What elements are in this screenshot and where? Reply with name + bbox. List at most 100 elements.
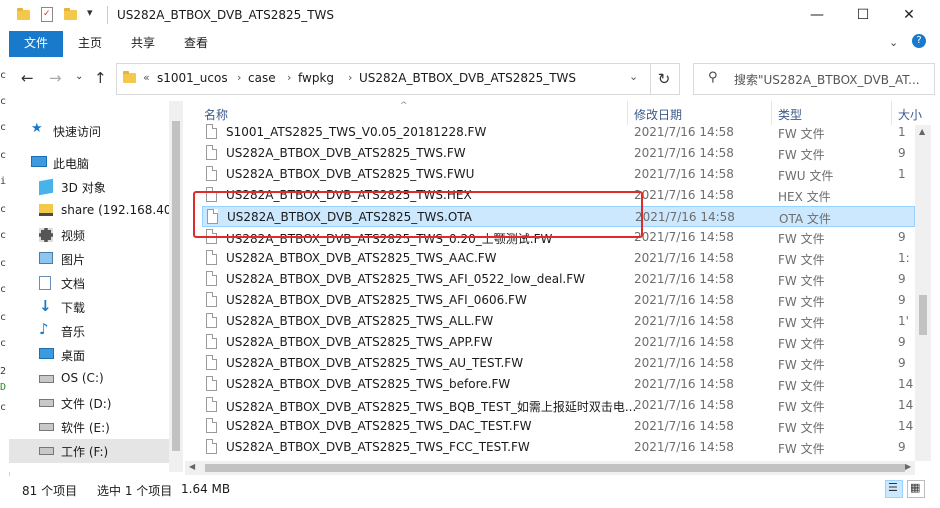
- search-input[interactable]: 搜索"US282A_BTBOX_DVB_AT...: [734, 71, 920, 88]
- new-folder-icon[interactable]: [64, 8, 78, 22]
- sidebar-item-quick-access[interactable]: ★ 快速访问: [9, 119, 169, 143]
- table-row[interactable]: US282A_BTBOX_DVB_ATS2825_TWS_before.FW 20…: [202, 374, 915, 395]
- ribbon-tabs: 文件 主页 共享 查看 ⌄ ?: [9, 31, 940, 58]
- sidebar-item-drive-d[interactable]: 文件 (D:): [9, 391, 169, 415]
- forward-icon[interactable]: →: [49, 69, 62, 87]
- horizontal-scroll-thumb[interactable]: [205, 464, 905, 472]
- file-name: US282A_BTBOX_DVB_ATS2825_TWS_AFI_0522_lo…: [226, 272, 585, 286]
- file-type: FW 文件: [778, 421, 825, 435]
- refresh-button[interactable]: ↻: [649, 63, 680, 95]
- sidebar-item-label: 文档: [61, 277, 86, 291]
- sidebar-scrollbar[interactable]: [169, 101, 183, 472]
- help-icon[interactable]: ?: [912, 34, 926, 48]
- desktop-icon: [39, 348, 54, 359]
- file-name: US282A_BTBOX_DVB_ATS2825_TWS_ALL.FW: [226, 314, 494, 328]
- file-type: FW 文件: [778, 442, 825, 456]
- back-icon[interactable]: ←: [21, 69, 34, 87]
- star-icon: ★: [31, 121, 43, 136]
- column-type[interactable]: 类型: [778, 106, 802, 123]
- crumb-fwpkg[interactable]: fwpkg: [298, 71, 334, 85]
- file-type: FW 文件: [778, 232, 825, 246]
- table-row[interactable]: US282A_BTBOX_DVB_ATS2825_TWS.FW 2021/7/16…: [202, 143, 915, 164]
- scroll-right-icon[interactable]: ▶: [905, 462, 911, 471]
- sidebar-item-3d-objects[interactable]: 3D 对象: [9, 175, 169, 199]
- maximize-button[interactable]: ☐: [840, 0, 886, 31]
- up-icon[interactable]: ↑: [94, 69, 107, 87]
- file-icon: [206, 418, 217, 433]
- table-row[interactable]: US282A_BTBOX_DVB_ATS2825_TWS_AU_TEST.FW 2…: [202, 353, 915, 374]
- file-name: US282A_BTBOX_DVB_ATS2825_TWS_before.FW: [226, 377, 511, 391]
- file-date: 2021/7/16 14:58: [634, 146, 734, 160]
- table-row[interactable]: US282A_BTBOX_DVB_ATS2825_TWS_DAC_TEST.FW…: [202, 416, 915, 437]
- file-size: 9: [898, 293, 906, 307]
- quick-access-dropdown-icon[interactable]: ▾: [87, 6, 101, 20]
- table-row[interactable]: US282A_BTBOX_DVB_ATS2825_TWS_BQB_TEST_如需…: [202, 395, 915, 416]
- vertical-scroll-thumb[interactable]: [919, 295, 927, 335]
- details-view-button[interactable]: ☰: [885, 480, 903, 498]
- close-button[interactable]: ✕: [886, 0, 932, 31]
- file-size: 9: [898, 335, 906, 349]
- sidebar-scroll-thumb[interactable]: [172, 121, 180, 451]
- file-type: FW 文件: [778, 316, 825, 330]
- drive-icon: [39, 423, 54, 431]
- column-name[interactable]: 名称: [204, 106, 228, 123]
- crumb-separator: ›: [287, 71, 292, 84]
- tab-share[interactable]: 共享: [122, 31, 164, 57]
- sidebar-item-drive-e[interactable]: 软件 (E:): [9, 415, 169, 439]
- address-overflow[interactable]: «: [143, 71, 150, 84]
- tab-home[interactable]: 主页: [69, 31, 111, 57]
- crumb-current-folder[interactable]: US282A_BTBOX_DVB_ATS2825_TWS: [359, 71, 576, 85]
- crumb-s1001-ucos[interactable]: s1001_ucos: [157, 71, 228, 85]
- horizontal-scrollbar[interactable]: ◀ ▶: [185, 461, 915, 475]
- column-size[interactable]: 大小: [898, 106, 922, 123]
- file-name: US282A_BTBOX_DVB_ATS2825_TWS_DAC_TEST.FW: [226, 419, 532, 433]
- table-row[interactable]: US282A_BTBOX_DVB_ATS2825_TWS_APP.FW 2021/…: [202, 332, 915, 353]
- ribbon-expand-icon[interactable]: ⌄: [889, 36, 898, 49]
- sidebar-item-desktop[interactable]: 桌面: [9, 343, 169, 367]
- sidebar-item-this-pc[interactable]: 此电脑: [9, 151, 169, 175]
- cube-icon: [39, 178, 53, 196]
- properties-icon[interactable]: ✓: [41, 7, 53, 22]
- column-date[interactable]: 修改日期: [634, 106, 682, 123]
- address-dropdown-icon[interactable]: ⌄: [629, 70, 638, 83]
- file-icon: [206, 397, 217, 412]
- drive-icon: [39, 375, 54, 383]
- file-size: 9: [898, 272, 906, 286]
- table-row[interactable]: S1001_ATS2825_TWS_V0.05_20181228.FW 2021/…: [202, 122, 915, 143]
- selection-size: 1.64 MB: [181, 482, 231, 496]
- file-icon: [206, 439, 217, 454]
- sidebar-item-documents[interactable]: 文档: [9, 271, 169, 295]
- sidebar-item-pictures[interactable]: 图片: [9, 247, 169, 271]
- sidebar-item-network-share[interactable]: share (192.168.40.: [9, 199, 175, 223]
- sidebar-item-drive-f[interactable]: 工作 (F:): [9, 439, 169, 463]
- sidebar-item-downloads[interactable]: ↓ 下载: [9, 295, 169, 319]
- table-row[interactable]: US282A_BTBOX_DVB_ATS2825_TWS_AFI_0606.FW…: [202, 290, 915, 311]
- tab-view[interactable]: 查看: [175, 31, 217, 57]
- vertical-scrollbar[interactable]: ▲: [915, 125, 931, 461]
- drive-icon: [39, 399, 54, 407]
- navigation-row: ← → ⌄ ↑ « s1001_ucos › case › fwpkg › US…: [9, 57, 940, 101]
- table-row[interactable]: US282A_BTBOX_DVB_ATS2825_TWS.FWU 2021/7/1…: [202, 164, 915, 185]
- sidebar-item-videos[interactable]: 视频: [9, 223, 169, 247]
- table-row[interactable]: US282A_BTBOX_DVB_ATS2825_TWS_AAC.FW 2021/…: [202, 248, 915, 269]
- large-icons-view-icon: ▦: [910, 481, 921, 494]
- sidebar-item-drive-c[interactable]: OS (C:): [9, 367, 169, 391]
- large-icons-view-button[interactable]: ▦: [907, 480, 925, 498]
- file-date: 2021/7/16 14:58: [634, 335, 734, 349]
- search-box[interactable]: ⚲ 搜索"US282A_BTBOX_DVB_AT...: [693, 63, 935, 95]
- file-type: FWU 文件: [778, 169, 834, 183]
- file-type: HEX 文件: [778, 190, 831, 204]
- minimize-button[interactable]: —: [794, 0, 840, 31]
- address-bar[interactable]: « s1001_ucos › case › fwpkg › US282A_BTB…: [116, 63, 651, 95]
- table-row[interactable]: US282A_BTBOX_DVB_ATS2825_TWS_AFI_0522_lo…: [202, 269, 915, 290]
- table-row[interactable]: US282A_BTBOX_DVB_ATS2825_TWS_FCC_TEST.FW…: [202, 437, 915, 458]
- tab-file[interactable]: 文件: [9, 31, 63, 57]
- table-row[interactable]: US282A_BTBOX_DVB_ATS2825_TWS_ALL.FW 2021/…: [202, 311, 915, 332]
- folder-icon: [17, 8, 31, 22]
- recent-dropdown-icon[interactable]: ⌄: [75, 71, 83, 82]
- file-date: 2021/7/16 14:58: [634, 293, 734, 307]
- scroll-up-icon[interactable]: ▲: [919, 127, 925, 136]
- crumb-case[interactable]: case: [248, 71, 276, 85]
- sidebar-item-music[interactable]: ♪ 音乐: [9, 319, 169, 343]
- scroll-left-icon[interactable]: ◀: [189, 462, 195, 471]
